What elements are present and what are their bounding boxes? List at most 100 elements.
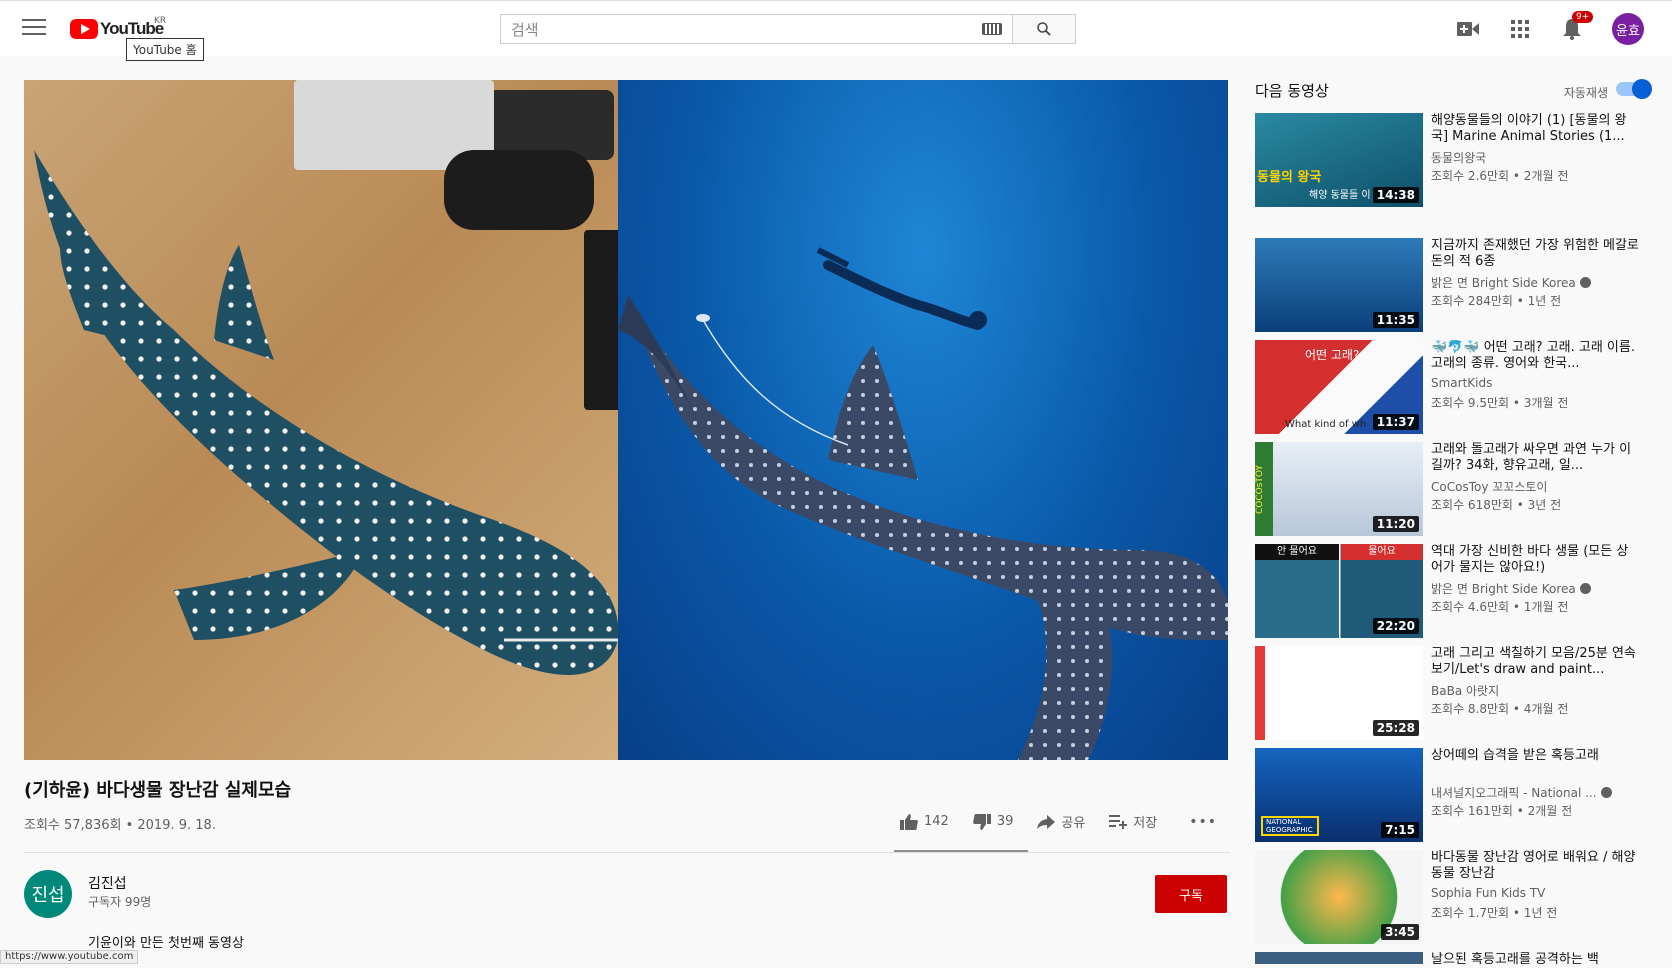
- video-title-link[interactable]: 해양동물들의 이야기 (1) [동물의 왕국] Marine Animal St…: [1431, 113, 1639, 145]
- recommended-video[interactable]: NATIONAL GEOGRAPHIC 7:15 상어떼의 습격을 받은 혹등고…: [1255, 748, 1650, 842]
- thumbnail-overlay-text: 어떤 고래?: [1305, 348, 1360, 362]
- recommended-video[interactable]: 11:35 지금까지 존재했던 가장 위험한 메갈로돈의 적 6종 밝은 면 B…: [1255, 238, 1650, 332]
- video-meta: 조회수 8.8만회 • 4개월 전: [1431, 702, 1569, 716]
- recommended-video[interactable]: 날으된 혹등고래를 공격하는 백: [1255, 952, 1650, 967]
- channel-name[interactable]: BaBa 아랏지: [1431, 682, 1639, 699]
- youtube-play-icon: [70, 19, 98, 39]
- info-divider: [24, 852, 1230, 853]
- video-player[interactable]: [24, 80, 1228, 760]
- view-count-date: 조회수 57,836회 • 2019. 9. 18.: [24, 818, 216, 833]
- user-avatar[interactable]: 윤효: [1612, 13, 1644, 45]
- subscriber-count: 구독자 99명: [88, 895, 152, 909]
- apps-grid-icon[interactable]: [1508, 17, 1532, 41]
- save-button[interactable]: 저장: [1109, 812, 1157, 831]
- channel-name[interactable]: 밝은 면 Bright Side Korea: [1431, 580, 1639, 597]
- search-input[interactable]: 검색: [500, 14, 1012, 44]
- like-count: 142: [924, 814, 949, 829]
- video-duration: 11:35: [1372, 312, 1419, 328]
- like-button[interactable]: 142: [900, 813, 949, 830]
- recommended-video[interactable]: COCOsTOY 11:20 고래와 돌고래가 싸우면 과연 누가 이길까? 3…: [1255, 442, 1650, 536]
- channel-name[interactable]: 밝은 면 Bright Side Korea: [1431, 274, 1639, 291]
- video-duration: 3:45: [1381, 924, 1419, 940]
- channel-name-text: 밝은 면 Bright Side Korea: [1431, 276, 1576, 290]
- channel-name[interactable]: 내셔널지오그래픽 - National ...: [1431, 784, 1639, 801]
- channel-name-text: 밝은 면 Bright Side Korea: [1431, 582, 1576, 596]
- video-thumbnail[interactable]: 11:35: [1255, 238, 1423, 332]
- channel-name[interactable]: 동물의왕국: [1431, 149, 1639, 166]
- video-duration: 11:20: [1372, 516, 1419, 532]
- notifications-bell-icon[interactable]: 9+: [1560, 11, 1594, 41]
- search-icon: [1037, 22, 1051, 36]
- video-title-link[interactable]: 고래 그리고 색칠하기 모음/25분 연속보기/Let's draw and p…: [1431, 646, 1639, 678]
- video-meta: 조회수 284만회 • 1년 전: [1431, 294, 1562, 308]
- thumbs-down-icon: [972, 813, 991, 830]
- video-thumbnail[interactable]: 안 물어요 물어요 22:20: [1255, 544, 1423, 638]
- video-meta: 조회수 618만회 • 3년 전: [1431, 498, 1562, 512]
- verified-check-icon: [1579, 583, 1591, 594]
- menu-icon[interactable]: [22, 19, 46, 37]
- video-actions: 142 39 공유 저장 •••: [900, 812, 1217, 831]
- home-tooltip: YouTube 홈: [126, 38, 204, 61]
- video-title-link[interactable]: 바다동물 장난감 영어로 배워요 / 해양동물 장난감: [1431, 850, 1639, 882]
- thumbs-up-icon: [900, 813, 918, 830]
- channel-avatar[interactable]: 진섭: [24, 870, 72, 918]
- video-thumbnail[interactable]: 3:45: [1255, 850, 1423, 944]
- notification-count-badge: 9+: [1572, 11, 1594, 23]
- channel-name[interactable]: Sophia Fun Kids TV: [1431, 886, 1639, 900]
- video-title-link[interactable]: 🐳🐬🐳 어떤 고래? 고래. 고래 이름. 고래의 종류. 영어와 한국...: [1431, 340, 1639, 372]
- keyboard-icon[interactable]: [982, 23, 1002, 35]
- share-button[interactable]: 공유: [1037, 812, 1085, 831]
- video-title: (기하윤) 바다생물 장난감 실제모습: [24, 780, 292, 801]
- dislike-button[interactable]: 39: [972, 813, 1014, 830]
- youtube-logo[interactable]: YouTube KR: [70, 16, 166, 40]
- more-actions-button[interactable]: •••: [1189, 814, 1217, 830]
- recommended-video[interactable]: 3:45 바다동물 장난감 영어로 배워요 / 해양동물 장난감 Sophia …: [1255, 850, 1650, 944]
- video-title-link[interactable]: 지금까지 존재했던 가장 위험한 메갈로돈의 적 6종: [1431, 238, 1639, 270]
- recommended-video[interactable]: 25:28 고래 그리고 색칠하기 모음/25분 연속보기/Let's draw…: [1255, 646, 1650, 740]
- channel-name-text: 내셔널지오그래픽 - National ...: [1431, 786, 1597, 800]
- video-title-link[interactable]: 상어떼의 습격을 받은 혹등고래: [1431, 748, 1639, 764]
- video-title-link[interactable]: 역대 가장 신비한 바다 생물 (모든 상어가 물지는 않아요!): [1431, 544, 1639, 576]
- browser-status-url: https://www.youtube.com: [0, 950, 139, 964]
- playlist-add-icon: [1109, 814, 1128, 829]
- thumbnail-subtext: 물어요: [1341, 544, 1423, 560]
- video-title-link[interactable]: 고래와 돌고래가 싸우면 과연 누가 이길까? 34화, 향유고래, 일...: [1431, 442, 1639, 474]
- search-button[interactable]: [1012, 14, 1076, 44]
- verified-check-icon: [1600, 787, 1612, 798]
- autoplay-toggle[interactable]: [1616, 79, 1652, 99]
- share-icon: [1037, 814, 1056, 829]
- video-duration: 7:15: [1381, 822, 1419, 838]
- up-next-header: 다음 동영상 자동재생: [1255, 79, 1652, 104]
- video-thumbnail[interactable]: 25:28: [1255, 646, 1423, 740]
- video-duration: 11:37: [1372, 414, 1419, 430]
- autoplay-label: 자동재생: [1563, 86, 1608, 100]
- video-meta: 조회수 1.7만회 • 1년 전: [1431, 906, 1558, 920]
- whale-shark-and-diver-illustration: [618, 247, 1228, 760]
- video-duration: 22:20: [1372, 618, 1419, 634]
- channel-name[interactable]: SmartKids: [1431, 376, 1639, 390]
- recommended-video[interactable]: 동물의 왕국 해양 동물들 이 14:38 해양동물들의 이야기 (1) [동물…: [1255, 113, 1650, 207]
- recommended-video[interactable]: 어떤 고래? What kind of wh 11:37 🐳🐬🐳 어떤 고래? …: [1255, 340, 1650, 434]
- thumbnail-overlay-text: NATIONAL GEOGRAPHIC: [1261, 816, 1319, 836]
- recommended-video[interactable]: 안 물어요 물어요 22:20 역대 가장 신비한 바다 생물 (모든 상어가 …: [1255, 544, 1650, 638]
- dislike-count: 39: [996, 814, 1014, 829]
- masthead: YouTube KR YouTube 홈 검색 9+ 윤효: [0, 0, 1672, 61]
- video-title-link[interactable]: 날으된 혹등고래를 공격하는 백: [1431, 952, 1639, 968]
- thumbnail-overlay-text: 동물의 왕국: [1257, 170, 1322, 185]
- channel-name[interactable]: 김진섭: [88, 873, 127, 893]
- thumbnail-subtext: 해양 동물들 이: [1309, 190, 1371, 201]
- video-thumbnail[interactable]: 동물의 왕국 해양 동물들 이 14:38: [1255, 113, 1423, 207]
- create-video-icon[interactable]: [1456, 17, 1480, 41]
- video-thumbnail[interactable]: [1255, 952, 1423, 964]
- channel-name[interactable]: CoCosToy 꼬꼬스토이: [1431, 478, 1639, 495]
- video-thumbnail[interactable]: 어떤 고래? What kind of wh 11:37: [1255, 340, 1423, 434]
- video-thumbnail[interactable]: COCOsTOY 11:20: [1255, 442, 1423, 536]
- search-box: 검색: [500, 14, 1076, 44]
- video-thumbnail[interactable]: NATIONAL GEOGRAPHIC 7:15: [1255, 748, 1423, 842]
- toy-shark-frame: [24, 80, 618, 760]
- subscribe-button[interactable]: 구독: [1155, 875, 1227, 913]
- sentiment-bar: [894, 850, 1028, 852]
- thumbnail-subtext: What kind of wh: [1285, 419, 1367, 430]
- video-duration: 25:28: [1372, 720, 1419, 736]
- toy-whale-shark-illustration: [34, 150, 618, 675]
